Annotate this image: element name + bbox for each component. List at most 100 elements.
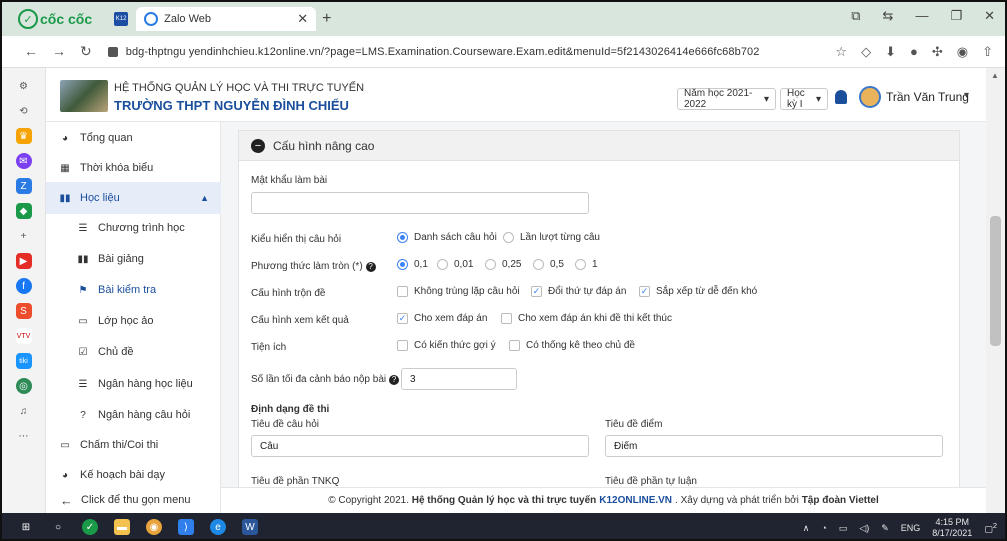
rounding-option-2[interactable]: 0,25 — [485, 259, 521, 270]
youtube-icon[interactable]: ▶ — [15, 253, 32, 269]
shuffle-no-duplicate[interactable]: Không trùng lặp câu hỏi — [397, 286, 520, 297]
file-explorer-icon[interactable]: ▬ — [114, 519, 130, 535]
question-title-input[interactable] — [251, 435, 589, 457]
tab-zalo-web[interactable]: Zalo Web ✕ — [136, 7, 317, 31]
network-icon[interactable]: ◔ — [821, 523, 826, 533]
share-icon[interactable]: ⇧ — [982, 44, 993, 60]
help-question-icon[interactable]: ? — [365, 261, 376, 272]
screenshot-icon[interactable]: ⧉ — [851, 8, 860, 24]
rounding-option-4[interactable]: 1 — [575, 259, 598, 270]
notification-center-icon[interactable]: ▢2 — [984, 521, 997, 535]
avatar[interactable] — [859, 86, 881, 108]
add-icon[interactable]: + — [16, 228, 32, 244]
chevron-up-icon[interactable]: ∧ — [803, 523, 810, 534]
sidebar-item-virtual-class[interactable]: ▭ Lớp học ảo — [46, 305, 221, 337]
result-show-answer[interactable]: ✓ Cho xem đáp án — [397, 313, 487, 324]
shield-icon[interactable]: ◇ — [861, 44, 871, 60]
display-option-sequential[interactable]: Lần lượt từng câu — [503, 232, 600, 243]
history-icon[interactable]: ⟲ — [16, 103, 32, 119]
sidebar-item-lectures[interactable]: ▮▮ Bài giảng — [46, 243, 221, 275]
game-icon[interactable]: ◆ — [15, 203, 32, 219]
sidebar-item-material-bank[interactable]: ☰ Ngân hàng học liệu — [46, 368, 221, 400]
zalo-sidebar-icon[interactable]: Z — [15, 178, 32, 194]
display-option-list[interactable]: Danh sách câu hỏi — [397, 232, 497, 243]
score-title-input[interactable] — [605, 435, 943, 457]
radio-on — [397, 259, 408, 270]
volume-icon[interactable]: ◁) — [859, 523, 869, 534]
profile-icon[interactable]: ◉ — [957, 44, 968, 60]
messenger-icon[interactable]: ✉ — [15, 153, 32, 169]
more-icon[interactable]: ⋯ — [16, 428, 32, 444]
vtv-icon[interactable]: VTV — [15, 328, 32, 344]
extensions-icon[interactable]: ✣ — [932, 44, 943, 60]
result-show-answer-after-end[interactable]: Cho xem đáp án khi đề thi kết thúc — [501, 313, 672, 324]
settings-gear-icon[interactable]: ⚙ — [16, 78, 32, 94]
page-scrollbar[interactable]: ▲ — [986, 68, 1005, 513]
warning-count-input[interactable] — [401, 368, 517, 390]
password-input[interactable] — [251, 192, 589, 214]
collapse-minus-icon[interactable]: − — [251, 138, 265, 153]
chrome-icon[interactable]: ◉ — [146, 519, 162, 535]
sidebar-item-grading[interactable]: ▭ Chấm thi/Coi thi — [46, 429, 221, 461]
shuffle-answer-order[interactable]: ✓ Đổi thứ tự đáp án — [531, 286, 626, 297]
sidebar-item-topics[interactable]: ☑ Chủ đề — [46, 336, 221, 368]
battery-icon[interactable]: ▭ — [839, 523, 848, 534]
close-tab-icon[interactable]: ✕ — [297, 11, 308, 27]
maximize-icon[interactable]: ❐ — [950, 8, 962, 24]
facebook-icon[interactable]: f — [15, 278, 32, 294]
semester-select[interactable]: Học kỳ I ▾ — [780, 88, 828, 110]
rounding-option-0[interactable]: 0,1 — [397, 259, 428, 270]
shuffle-easy-to-hard[interactable]: ✓ Sắp xếp từ dễ đến khó — [639, 286, 757, 297]
school-year-select[interactable]: Năm học 2021-2022 ▾ — [677, 88, 776, 110]
back-icon[interactable]: ← — [24, 43, 38, 60]
pen-icon[interactable]: ✎ — [881, 523, 889, 534]
user-menu-chevron-icon[interactable]: ▾ — [964, 90, 969, 101]
tiki-icon[interactable]: tiki — [15, 353, 32, 369]
sidebar-item-exams[interactable]: ⚑ Bài kiểm tra — [46, 274, 221, 306]
bookmark-star-icon[interactable]: ☆ — [835, 44, 847, 60]
language-indicator[interactable]: ENG — [901, 523, 921, 533]
coccoc-taskbar-icon[interactable]: ✓ — [82, 519, 98, 535]
tab-k12[interactable]: K12 — [106, 7, 136, 31]
shopee-icon[interactable]: S — [15, 303, 32, 319]
forward-icon[interactable]: → — [52, 43, 66, 60]
sidebar-item-label: Chấm thi/Coi thi — [80, 439, 159, 451]
sidebar-item-timetable[interactable]: ▦ Thời khóa biểu — [46, 152, 221, 184]
sidebar-item-overview[interactable]: ◕ Tổng quan — [46, 122, 221, 154]
url-field[interactable]: bdg-thptngu yendinhchieu.k12online.vn/?p… — [126, 46, 760, 58]
utility-hint-knowledge[interactable]: Có kiến thức gợi ý — [397, 340, 496, 351]
rounding-option-3[interactable]: 0,5 — [533, 259, 564, 270]
user-name[interactable]: Trần Văn Trung — [886, 90, 969, 104]
checkbox-icon: ☑ — [78, 346, 88, 358]
utility-topic-stats[interactable]: Có thống kê theo chủ đề — [509, 340, 635, 351]
scrollbar-thumb[interactable] — [990, 216, 1001, 346]
edge-icon[interactable]: e — [210, 519, 226, 535]
help-question-icon[interactable]: ? — [389, 374, 400, 385]
collapse-menu-button[interactable]: ← Click để thu gọn menu — [46, 487, 221, 513]
coccoc-extension-icon[interactable]: ● — [910, 44, 918, 60]
advanced-config-header[interactable]: − Cấu hình nâng cao — [239, 131, 959, 161]
vscode-icon[interactable]: ⟩ — [178, 519, 194, 535]
download-manager-icon[interactable]: ⇆ — [883, 8, 894, 24]
footer-site-link[interactable]: K12ONLINE.VN — [599, 495, 672, 506]
download-icon[interactable]: ⬇ — [885, 44, 896, 60]
sidebar-item-learning-materials[interactable]: ▮▮ Học liệu ▲ — [46, 182, 221, 214]
windows-start-icon[interactable]: ⊞ — [18, 519, 34, 535]
book-icon: ▮▮ — [59, 192, 71, 204]
sidebar-item-question-bank[interactable]: ? Ngân hàng câu hỏi — [46, 399, 221, 431]
minimize-icon[interactable]: — — [915, 8, 928, 24]
reload-icon[interactable]: ↻ — [80, 43, 92, 60]
notification-bell-icon[interactable]: ♫ — [16, 403, 32, 419]
chrome-like-icon[interactable]: ◎ — [15, 378, 32, 394]
crown-icon[interactable]: ♛ — [15, 128, 32, 144]
search-icon[interactable]: ○ — [50, 519, 66, 535]
close-window-icon[interactable]: ✕ — [984, 8, 995, 24]
rounding-option-1[interactable]: 0,01 — [437, 259, 473, 270]
sidebar-item-curriculum[interactable]: ☰ Chương trình học — [46, 212, 221, 244]
clock[interactable]: 4:15 PM 8/17/2021 — [932, 517, 972, 539]
word-icon[interactable]: W — [242, 519, 258, 535]
bell-icon[interactable] — [835, 90, 847, 104]
coccoc-brand[interactable]: ✓ cốc cốc — [18, 9, 92, 29]
scroll-up-icon[interactable]: ▲ — [991, 71, 999, 80]
new-tab-icon[interactable]: + — [322, 10, 331, 28]
